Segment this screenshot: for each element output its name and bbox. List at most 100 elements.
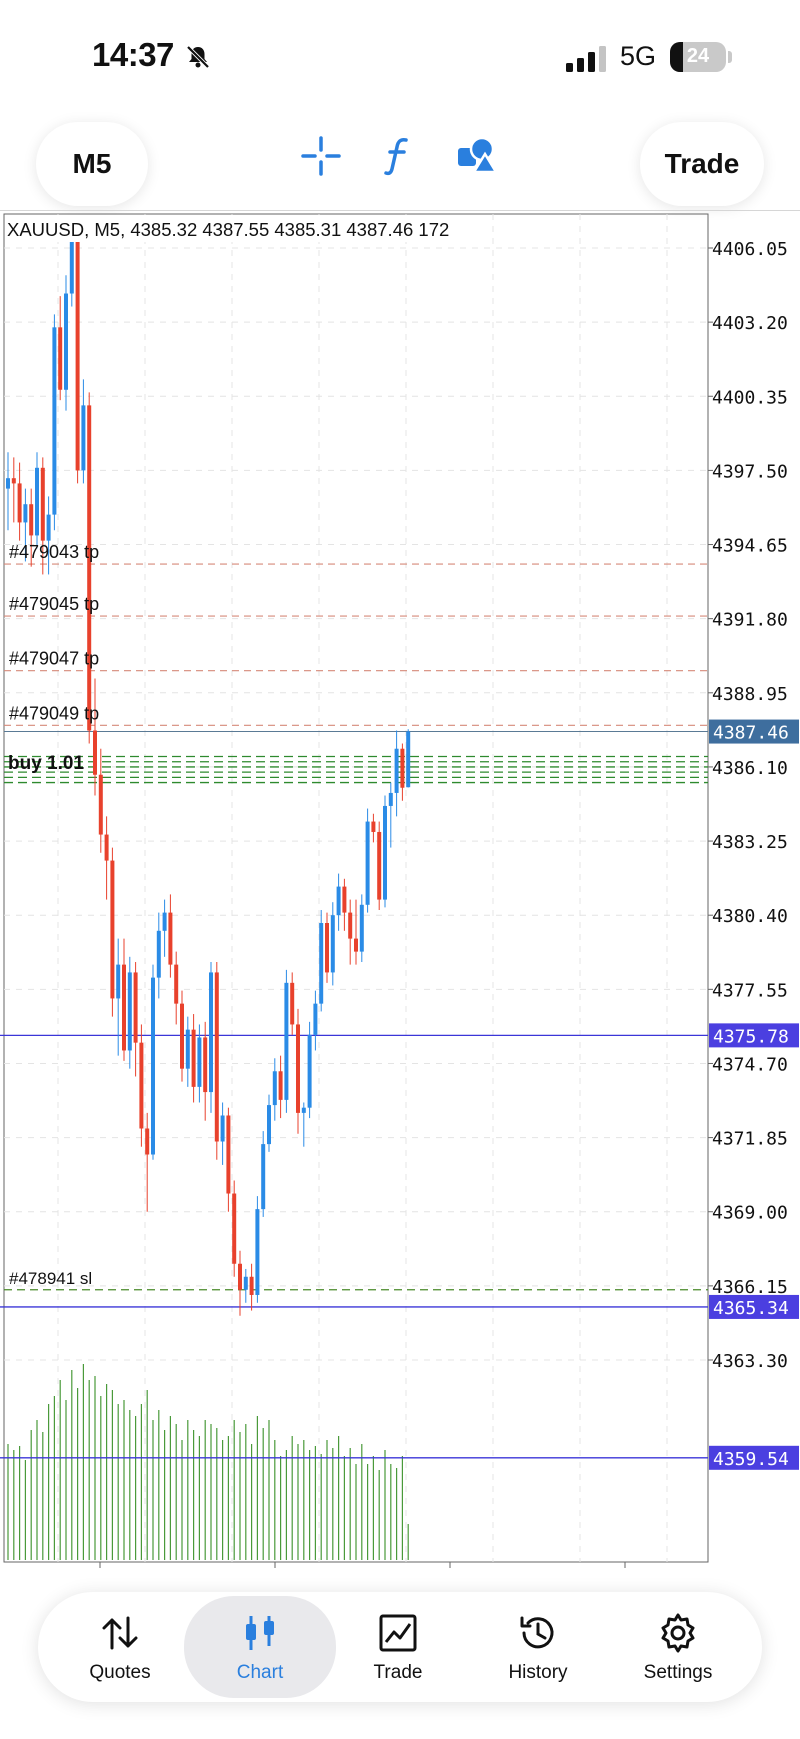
candle-body — [226, 1115, 231, 1194]
candle-body — [87, 405, 92, 731]
nav-label-settings: Settings — [643, 1662, 713, 1683]
battery-icon: 24 — [670, 42, 726, 72]
candle-body — [261, 1144, 266, 1210]
candle-body — [278, 1071, 283, 1100]
price-tick-label: 4377.55 — [712, 980, 788, 1001]
candle-body — [46, 514, 51, 541]
price-tick-label: 4366.15 — [712, 1277, 788, 1298]
candlestick-chart[interactable]: 4406.05 4403.20 4400.35 4397.50 4394.65 4391.… — [0, 212, 800, 1572]
candle-body — [336, 886, 341, 916]
candle-body — [139, 1042, 144, 1129]
candle-body — [52, 327, 57, 515]
candle-body — [307, 1034, 312, 1108]
indicators-icon[interactable] — [374, 132, 422, 180]
nav-chart[interactable]: Chart — [184, 1596, 336, 1698]
bell-muted-icon — [186, 45, 210, 69]
buy-label: buy 1.01 — [8, 753, 84, 774]
timeframe-button[interactable]: M5 — [36, 122, 148, 206]
candle-body — [394, 748, 399, 793]
history-icon — [520, 1616, 554, 1649]
signal-icon — [566, 46, 606, 72]
clock: 14:37 — [92, 36, 174, 73]
nav-label-trade: Trade — [373, 1662, 423, 1683]
candle-body — [232, 1193, 237, 1264]
candle-body — [151, 977, 155, 1155]
price-tick-label: 4383.25 — [712, 832, 788, 853]
candle-body — [214, 972, 219, 1142]
level-price-label: 4365.34 — [713, 1298, 789, 1319]
candle-body — [325, 923, 329, 973]
candle-body — [133, 972, 138, 1043]
quotes-icon — [102, 1616, 138, 1650]
candle-body — [319, 923, 324, 1004]
candle-body — [75, 233, 80, 471]
candle-body — [6, 478, 10, 489]
candle-body — [342, 886, 347, 913]
candle-body — [104, 834, 109, 861]
price-tick-label: 4394.65 — [712, 536, 788, 557]
time-tick-label: 13 Aug 08:15 — [47, 1569, 153, 1572]
candle-body — [40, 467, 45, 541]
crosshair-icon[interactable] — [297, 132, 345, 180]
objects-icon[interactable] — [452, 132, 500, 180]
candle-body — [284, 982, 289, 1100]
chart-toolbar: M5 Trade — [0, 110, 800, 210]
time-tick-label: 13 Aug 16:15 — [572, 1569, 678, 1572]
nav-trade[interactable]: Trade — [328, 1592, 468, 1702]
candle-body — [290, 982, 295, 1025]
gear-icon — [661, 1613, 695, 1653]
candle-body — [243, 1276, 248, 1290]
time-tick-label: 13 Aug 10:55 — [222, 1569, 328, 1572]
candle-body — [127, 972, 132, 1051]
candle-body — [11, 478, 16, 484]
price-tick-label: 4403.20 — [712, 313, 788, 334]
nav-quotes[interactable]: Quotes — [50, 1592, 190, 1702]
candle-body — [220, 1115, 225, 1142]
level-price-label: 4359.54 — [713, 1449, 789, 1470]
trade-button[interactable]: Trade — [640, 122, 764, 206]
candle-body — [406, 731, 411, 788]
tp-label: #479043 tp — [9, 542, 99, 562]
candle-body — [162, 912, 167, 931]
nav-history[interactable]: History — [468, 1592, 608, 1702]
candle-body — [185, 1029, 190, 1069]
candle-body — [122, 964, 126, 1051]
candle-body — [58, 327, 63, 390]
candle-body — [203, 1037, 208, 1093]
candle-body — [348, 912, 353, 939]
tp-label: #479045 tp — [9, 594, 99, 614]
candle-body — [23, 504, 28, 523]
trade-icon — [379, 1614, 417, 1652]
nav-settings[interactable]: Settings — [608, 1592, 748, 1702]
candle-body — [330, 915, 335, 973]
candle-body — [296, 1024, 300, 1113]
candle-body — [249, 1276, 254, 1295]
candle-body — [301, 1107, 306, 1113]
candle-body — [388, 792, 393, 806]
candle-body — [371, 821, 376, 832]
price-chart[interactable]: 4406.05 4403.20 4400.35 4397.50 4394.65 4391.… — [0, 212, 800, 1572]
candle-body — [313, 1003, 318, 1035]
price-tick-label: 4386.10 — [712, 758, 788, 779]
candle-body — [69, 233, 74, 294]
price-tick-label: 4406.05 — [712, 239, 788, 260]
candle-body — [145, 1128, 150, 1155]
price-tick-label: 4369.00 — [712, 1203, 788, 1224]
battery-nub — [728, 51, 732, 63]
candle-body — [383, 805, 387, 900]
candle-body — [377, 831, 382, 900]
candle-body — [209, 972, 213, 1093]
candle-body — [272, 1071, 277, 1106]
candle-body — [238, 1263, 242, 1290]
toolbar-divider — [0, 210, 800, 211]
candle-body — [116, 964, 121, 999]
time-tick-label: 13 Aug 13:35 — [397, 1569, 503, 1572]
candle-body — [359, 904, 364, 952]
bottom-nav: Quotes Chart Trade History Settings — [38, 1592, 762, 1702]
candle-body — [81, 405, 86, 471]
price-tick-label: 4391.80 — [712, 610, 788, 631]
price-tick-label: 4388.95 — [712, 684, 788, 705]
price-tick-label: 4380.40 — [712, 906, 788, 927]
candle-body — [156, 930, 161, 978]
candle-body — [98, 774, 103, 835]
